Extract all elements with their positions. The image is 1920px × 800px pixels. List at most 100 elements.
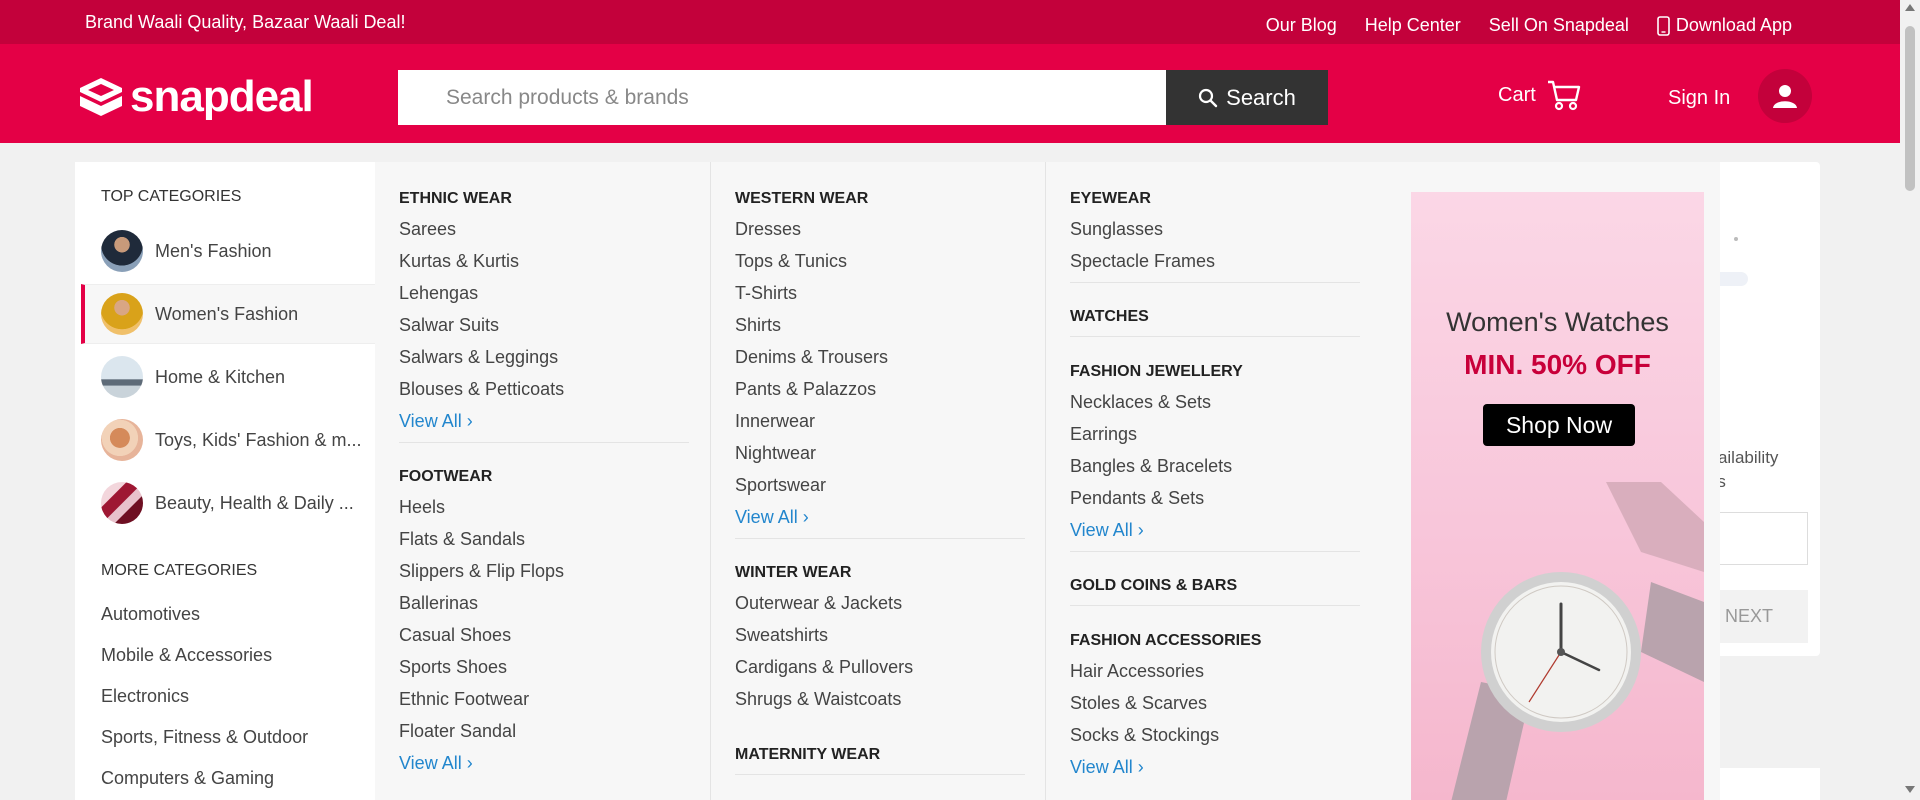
chevron-right-icon: › [466, 411, 473, 431]
scroll-down-arrow-icon[interactable] [1905, 786, 1915, 793]
subcategory-link[interactable]: Necklaces & Sets [1070, 391, 1382, 423]
group-heading[interactable]: WATCHES [1070, 308, 1382, 326]
divider [399, 442, 689, 443]
search-bar: Search [398, 70, 1328, 125]
subcategory-link[interactable]: Earrings [1070, 423, 1382, 455]
scrollbar-thumb[interactable] [1905, 26, 1915, 191]
logo-wordmark: snapdeal [130, 72, 314, 121]
group-heading[interactable]: ETHNIC WEAR [399, 190, 711, 208]
subcategory-link[interactable]: T-Shirts [735, 282, 1047, 314]
subcategory-link[interactable]: Shirts [735, 314, 1047, 346]
subcategory-link[interactable]: Socks & Stockings [1070, 724, 1382, 756]
subcategory-link[interactable]: Sports Shoes [399, 656, 711, 688]
group-heading[interactable]: FASHION ACCESSORIES [1070, 632, 1382, 650]
cart-icon [1547, 80, 1580, 111]
subcategory-link[interactable]: Sunglasses [1070, 218, 1382, 250]
search-input[interactable] [398, 70, 1166, 125]
subcategory-link[interactable]: Salwar Suits [399, 314, 711, 346]
chevron-right-icon: › [1137, 757, 1144, 777]
subcategory-link[interactable]: Sportswear [735, 474, 1047, 506]
subcategory-link[interactable]: Slippers & Flip Flops [399, 560, 711, 592]
divider [1070, 282, 1360, 283]
promo-banner[interactable]: Women's Watches MIN. 50% OFF Shop Now [1411, 192, 1704, 800]
group-ethnic-wear: ETHNIC WEAR Sarees Kurtas & Kurtis Lehen… [399, 190, 711, 443]
more-category-electronics[interactable]: Electronics [101, 686, 189, 707]
subcategory-link[interactable]: Blouses & Petticoats [399, 378, 711, 410]
more-category-mobile-accessories[interactable]: Mobile & Accessories [101, 645, 272, 666]
group-heading[interactable]: WINTER WEAR [735, 564, 1047, 582]
subcategory-link[interactable]: Shrugs & Waistcoats [735, 688, 1047, 720]
view-all-link[interactable]: View All › [399, 752, 711, 784]
more-category-computers-gaming[interactable]: Computers & Gaming [101, 768, 274, 789]
view-all-link[interactable]: View All › [1070, 519, 1382, 551]
download-app-link[interactable]: Download App [1657, 15, 1792, 36]
top-category-label: Beauty, Health & Daily ... [155, 492, 354, 513]
group-heading[interactable]: FASHION JEWELLERY [1070, 363, 1382, 381]
subcategory-link[interactable]: Stoles & Scarves [1070, 692, 1382, 724]
scroll-up-arrow-icon[interactable] [1905, 4, 1915, 11]
sell-on-snapdeal-link[interactable]: Sell On Snapdeal [1489, 15, 1629, 36]
more-category-automotives[interactable]: Automotives [101, 604, 200, 625]
user-icon [1773, 85, 1797, 108]
view-all-link[interactable]: View All › [1070, 756, 1382, 788]
sign-in-link[interactable]: Sign In [1668, 87, 1730, 110]
subcategory-link[interactable]: Dresses [735, 218, 1047, 250]
group-fashion-accessories: FASHION ACCESSORIES Hair Accessories Sto… [1070, 632, 1382, 788]
subcategory-link[interactable]: Flats & Sandals [399, 528, 711, 560]
cart-button[interactable]: Cart [1498, 78, 1582, 112]
user-avatar-button[interactable] [1758, 69, 1812, 123]
group-heading[interactable]: MATERNITY WEAR [735, 746, 1047, 764]
view-all-link[interactable]: View All › [399, 410, 711, 442]
subcategory-link[interactable]: Lehengas [399, 282, 711, 314]
subcategory-link[interactable]: Sarees [399, 218, 711, 250]
subcategory-link[interactable]: Hair Accessories [1070, 660, 1382, 692]
divider [1070, 605, 1360, 606]
top-category-label: Toys, Kids' Fashion & m... [155, 429, 362, 450]
our-blog-link[interactable]: Our Blog [1266, 15, 1337, 36]
subcategory-link[interactable]: Ballerinas [399, 592, 711, 624]
subcategory-link[interactable]: Denims & Trousers [735, 346, 1047, 378]
subcategory-link[interactable]: Outerwear & Jackets [735, 592, 1047, 624]
subcategory-link[interactable]: Tops & Tunics [735, 250, 1047, 282]
top-category-toys-kids[interactable]: Toys, Kids' Fashion & m... [81, 410, 375, 470]
help-center-link[interactable]: Help Center [1365, 15, 1461, 36]
subcategory-link[interactable]: Pants & Palazzos [735, 378, 1047, 410]
page-scrollbar[interactable] [1900, 0, 1920, 800]
womens-fashion-thumb-icon [101, 293, 143, 335]
chevron-right-icon: › [802, 507, 809, 527]
group-heading[interactable]: WESTERN WEAR [735, 190, 1047, 208]
subcategory-link[interactable]: Spectacle Frames [1070, 250, 1382, 282]
subcategory-link[interactable]: Cardigans & Pullovers [735, 656, 1047, 688]
subcategory-link[interactable]: Casual Shoes [399, 624, 711, 656]
group-heading[interactable]: EYEWEAR [1070, 190, 1382, 208]
subcategory-link[interactable]: Ethnic Footwear [399, 688, 711, 720]
snapdeal-logo[interactable]: snapdeal [78, 72, 314, 122]
subcategory-link[interactable]: Sweatshirts [735, 624, 1047, 656]
subcategory-link[interactable]: Heels [399, 496, 711, 528]
divider [735, 774, 1025, 775]
subcategory-link[interactable]: Salwars & Leggings [399, 346, 711, 378]
divider [1070, 551, 1360, 552]
view-all-link[interactable]: View All › [735, 506, 1047, 538]
promo-title: Women's Watches [1446, 307, 1669, 337]
search-button[interactable]: Search [1166, 70, 1328, 125]
subcategory-link[interactable]: Innerwear [735, 410, 1047, 442]
subcategory-link[interactable]: Kurtas & Kurtis [399, 250, 711, 282]
top-category-home-kitchen[interactable]: Home & Kitchen [81, 347, 375, 407]
view-all-label: View All [1070, 757, 1133, 777]
top-category-beauty-health[interactable]: Beauty, Health & Daily ... [81, 473, 375, 533]
top-category-womens-fashion[interactable]: Women's Fashion [81, 284, 375, 344]
subcategory-link[interactable]: Nightwear [735, 442, 1047, 474]
subcategory-link[interactable]: Bangles & Bracelets [1070, 455, 1382, 487]
shop-now-button[interactable]: Shop Now [1483, 404, 1635, 446]
view-all-label: View All [735, 507, 798, 527]
top-links: Our Blog Help Center Sell On Snapdeal Do… [1266, 15, 1792, 36]
group-heading[interactable]: FOOTWEAR [399, 468, 711, 486]
more-category-sports-fitness[interactable]: Sports, Fitness & Outdoor [101, 727, 308, 748]
group-heading[interactable]: GOLD COINS & BARS [1070, 577, 1382, 595]
subcategory-link[interactable]: Floater Sandal [399, 720, 711, 752]
top-category-mens-fashion[interactable]: Men's Fashion [81, 221, 375, 281]
group-maternity-wear: MATERNITY WEAR [735, 746, 1047, 775]
subcategory-link[interactable]: Pendants & Sets [1070, 487, 1382, 519]
top-strip: Brand Waali Quality, Bazaar Waali Deal! … [0, 0, 1900, 44]
